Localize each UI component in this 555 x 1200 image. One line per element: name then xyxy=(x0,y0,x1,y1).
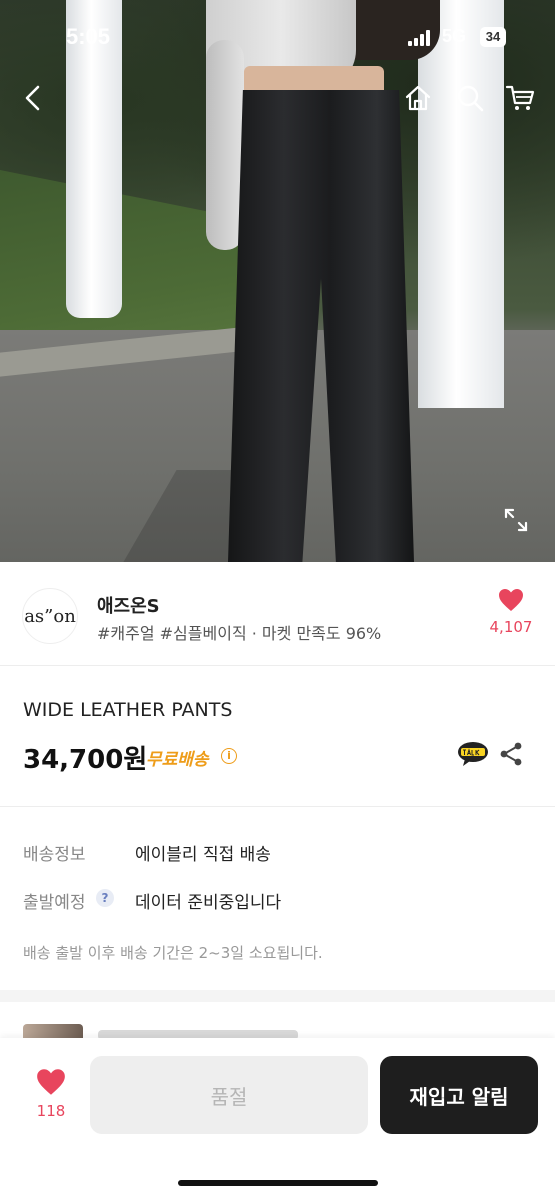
departure-label: 출발예정 xyxy=(23,893,86,913)
seller-favorite-button[interactable]: 4,107 xyxy=(488,588,534,636)
shipping-note: 배송 출발 이후 배송 기간은 2~3일 소요됩니다. xyxy=(23,944,323,962)
soldout-button: 품절 xyxy=(90,1056,368,1134)
search-icon xyxy=(457,85,484,112)
cart-button[interactable] xyxy=(502,80,538,116)
home-icon xyxy=(405,85,431,111)
product-favorite-button[interactable]: 118 xyxy=(28,1068,74,1120)
talk-icon xyxy=(458,742,488,766)
status-bar: 5:05 5G 34 xyxy=(0,0,555,70)
kakaotalk-share-button[interactable] xyxy=(457,741,489,767)
restock-alert-button[interactable]: 재입고 알림 xyxy=(380,1056,538,1134)
preview-text xyxy=(98,1030,298,1038)
next-section-preview[interactable] xyxy=(0,1002,555,1038)
cart-icon xyxy=(505,85,535,110)
home-indicator[interactable] xyxy=(178,1180,378,1186)
section-divider xyxy=(0,990,555,1002)
preview-thumbnail xyxy=(23,1024,83,1038)
photo-sleeve xyxy=(206,40,244,250)
fullscreen-button[interactable] xyxy=(500,504,532,536)
expand-icon xyxy=(504,508,528,532)
network-type: 5G xyxy=(442,26,467,46)
seller-favorite-count: 4,107 xyxy=(489,618,533,636)
heart-icon xyxy=(37,1069,65,1095)
chevron-left-icon xyxy=(25,85,40,111)
seller-name[interactable]: 애즈온S xyxy=(97,592,160,618)
home-button[interactable] xyxy=(400,80,436,116)
product-favorite-count: 118 xyxy=(36,1102,66,1120)
back-button[interactable] xyxy=(16,80,52,116)
info-icon[interactable]: i xyxy=(221,748,237,764)
status-time: 5:05 xyxy=(66,24,111,49)
help-icon[interactable]: ? xyxy=(96,889,114,907)
free-shipping-badge: 무료배송 xyxy=(146,750,209,770)
battery-icon: 34 xyxy=(480,27,506,47)
bottom-action-bar: 118 품절 재입고 알림 xyxy=(0,1038,555,1200)
product-info: WIDE LEATHER PANTS 34,700원 무료배송 i xyxy=(0,667,555,807)
search-button[interactable] xyxy=(452,80,488,116)
departure-value: 데이터 준비중입니다 xyxy=(135,893,282,913)
product-price: 34,700원 xyxy=(23,745,148,775)
shipping-info-label: 배송정보 xyxy=(23,845,86,865)
shipping-info-value: 에이블리 직접 배송 xyxy=(135,845,271,865)
signal-icon xyxy=(408,30,434,46)
heart-icon xyxy=(499,589,523,611)
seller-logo[interactable]: as”on xyxy=(22,588,78,644)
shipping-info: 배송정보 에이블리 직접 배송 출발예정 ? 데이터 준비중입니다 배송 출발 … xyxy=(0,808,555,990)
share-button[interactable] xyxy=(498,741,524,767)
share-icon xyxy=(500,742,522,766)
seller-tags: #캐주얼 #심플베이직 · 마켓 만족도 96% xyxy=(97,624,382,643)
product-title: WIDE LEATHER PANTS xyxy=(23,699,233,721)
seller-row[interactable]: as”on 애즈온S #캐주얼 #심플베이직 · 마켓 만족도 96% 4,10… xyxy=(0,562,555,666)
